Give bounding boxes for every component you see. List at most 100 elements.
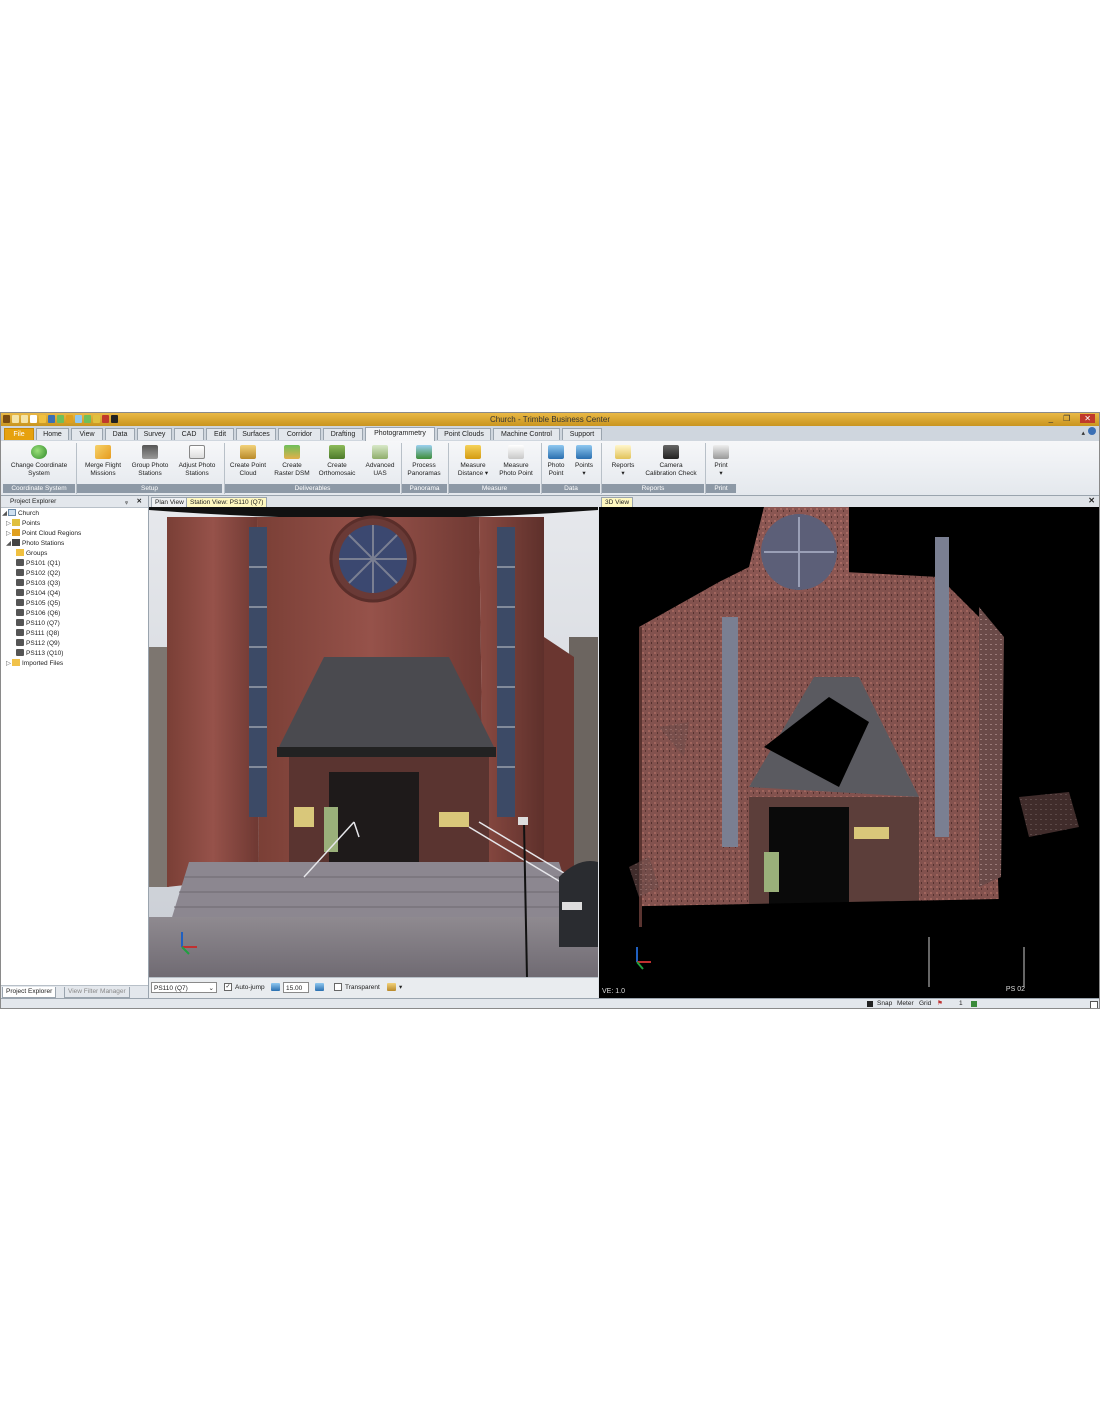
reports-icon xyxy=(615,445,631,459)
photo-point-button[interactable]: Photo Point xyxy=(543,445,569,478)
help-icon[interactable] xyxy=(1088,427,1096,435)
app-window: Church - Trimble Business Center _ ❐ ✕ F… xyxy=(0,412,1100,1009)
tree-item-station[interactable]: PS112 (Q9) xyxy=(16,639,60,649)
close-icon[interactable]: ✕ xyxy=(1088,496,1095,505)
transparent-checkbox[interactable] xyxy=(334,983,342,991)
collapse-ribbon-icon[interactable]: ▴ xyxy=(1081,429,1085,437)
points-icon xyxy=(576,445,592,459)
tab-survey[interactable]: Survey xyxy=(137,428,172,440)
advanced-uas-button[interactable]: Advanced UAS xyxy=(361,445,399,478)
close-window-button[interactable]: ✕ xyxy=(1080,414,1095,423)
tree-item-imported-files[interactable]: ▷ Imported Files xyxy=(6,659,63,669)
station-icon xyxy=(16,609,24,616)
reports-button[interactable]: Reports ▾ xyxy=(605,445,641,478)
tab-home[interactable]: Home xyxy=(36,428,69,440)
tree-item-station[interactable]: PS111 (Q8) xyxy=(16,629,59,639)
zoom-value-field[interactable]: 15.00 xyxy=(283,982,309,993)
camera-calibration-check-button[interactable]: Camera Calibration Check xyxy=(641,445,701,478)
station-icon xyxy=(16,639,24,646)
ribbon: Change Coordinate System Merge Flight Miss… xyxy=(1,441,1099,496)
zoom-icon[interactable] xyxy=(271,983,280,991)
tab-surfaces[interactable]: Surfaces xyxy=(236,428,276,440)
units-label[interactable]: Meter xyxy=(897,999,914,1008)
tree-item-church[interactable]: ◢ Church xyxy=(2,509,39,519)
project-icon xyxy=(8,509,16,516)
group-photo-stations-button[interactable]: Group Photo Stations xyxy=(127,445,173,478)
process-panoramas-button[interactable]: Process Panoramas xyxy=(403,445,445,478)
station-select[interactable]: PS110 (Q7) ⌄ xyxy=(151,982,217,993)
expand-icon[interactable] xyxy=(1090,1001,1098,1008)
pin-icon[interactable]: ᵩ xyxy=(125,496,128,507)
tab-point-clouds[interactable]: Point Clouds xyxy=(437,428,491,440)
title-bar: Church - Trimble Business Center _ ❐ ✕ xyxy=(1,413,1099,426)
tab-view[interactable]: View xyxy=(71,428,103,440)
measure-photo-point-button[interactable]: Measure Photo Point xyxy=(494,445,538,478)
tree-item-station[interactable]: PS103 (Q3) xyxy=(16,579,60,589)
chevron-down-icon: ⌄ xyxy=(208,985,214,992)
point-cloud-canvas[interactable]: VE: 1.0 PS 02 xyxy=(599,507,1099,998)
status-bar: Snap Meter Grid ⚑ 1 xyxy=(1,998,1099,1008)
points-button[interactable]: Points ▾ xyxy=(571,445,597,478)
tab-cad[interactable]: CAD xyxy=(174,428,204,440)
measure-distance-button[interactable]: Measure Distance ▾ xyxy=(452,445,494,478)
tab-project-explorer[interactable]: Project Explorer xyxy=(2,987,57,998)
create-orthomosaic-button[interactable]: Create Orthomosaic xyxy=(314,445,360,478)
tab-photogrammetry[interactable]: Photogrammetry xyxy=(365,427,435,441)
tab-drafting[interactable]: Drafting xyxy=(323,428,363,440)
create-raster-dsm-button[interactable]: Create Raster DSM xyxy=(271,445,313,478)
point-cloud-icon xyxy=(240,445,256,459)
tree-item-station[interactable]: PS104 (Q4) xyxy=(16,589,60,599)
tree-item-station[interactable]: PS105 (Q5) xyxy=(16,599,60,609)
zoom-apply-icon[interactable] xyxy=(315,983,324,991)
create-point-cloud-button[interactable]: Create Point Cloud xyxy=(226,445,270,478)
status-indicator-icon[interactable] xyxy=(971,1001,977,1007)
station-icon xyxy=(16,589,24,596)
station-view-toolbar: PS110 (Q7) ⌄ ✓ Auto-jump 15.00 Transparen… xyxy=(149,977,598,998)
measure-photo-point-icon xyxy=(508,445,524,459)
tree-item-station[interactable]: PS106 (Q6) xyxy=(16,609,60,619)
group-print: Print xyxy=(706,484,737,493)
photo-stations-icon xyxy=(12,539,20,546)
tree-item-groups[interactable]: Groups xyxy=(16,549,47,559)
tree-item-point-cloud-regions[interactable]: ▷ Point Cloud Regions xyxy=(6,529,81,539)
tree-item-station[interactable]: PS101 (Q1) xyxy=(16,559,60,569)
tab-file[interactable]: File xyxy=(4,428,34,440)
tree-item-points[interactable]: ▷ Points xyxy=(6,519,40,529)
flag-icon[interactable]: ⚑ xyxy=(937,999,943,1008)
snap-icon[interactable] xyxy=(867,1001,873,1007)
minimize-button[interactable]: _ xyxy=(1049,414,1053,423)
print-button[interactable]: Print ▾ xyxy=(709,445,733,478)
station-icon xyxy=(16,629,24,636)
camera-options-dropdown[interactable]: ▾ xyxy=(399,982,402,993)
tree-item-station[interactable]: PS110 (Q7) xyxy=(16,619,60,629)
tree-item-photo-stations[interactable]: ◢ Photo Stations xyxy=(6,539,64,549)
change-coordinate-system-button[interactable]: Change Coordinate System xyxy=(5,445,73,478)
auto-jump-label: Auto-jump xyxy=(235,984,265,991)
plane-icon xyxy=(95,445,111,459)
station-icon xyxy=(16,569,24,576)
merge-flight-missions-button[interactable]: Merge Flight Missions xyxy=(80,445,126,478)
snap-label[interactable]: Snap xyxy=(877,999,892,1008)
tree-item-station[interactable]: PS102 (Q2) xyxy=(16,569,60,579)
tab-data[interactable]: Data xyxy=(105,428,135,440)
camera-options-icon[interactable] xyxy=(387,983,396,991)
tree-item-station[interactable]: PS113 (Q10) xyxy=(16,649,63,659)
tab-machine-control[interactable]: Machine Control xyxy=(493,428,560,440)
grid-label[interactable]: Grid xyxy=(919,999,931,1008)
adjust-photo-stations-button[interactable]: Adjust Photo Stations xyxy=(174,445,220,478)
auto-jump-checkbox[interactable]: ✓ xyxy=(224,983,232,991)
tab-view-filter-manager[interactable]: View Filter Manager xyxy=(64,987,130,998)
tab-support[interactable]: Support xyxy=(562,428,602,440)
close-icon[interactable]: ✕ xyxy=(137,496,142,507)
photo-point-icon xyxy=(548,445,564,459)
station-photo[interactable] xyxy=(149,507,598,978)
group-setup: Setup xyxy=(77,484,223,493)
print-icon xyxy=(713,445,729,459)
folder-icon xyxy=(12,659,20,666)
tab-corridor[interactable]: Corridor xyxy=(278,428,321,440)
camera-icon xyxy=(663,445,679,459)
dsm-icon xyxy=(284,445,300,459)
restore-button[interactable]: ❐ xyxy=(1063,414,1070,423)
view-3d-panel: 3D View ✕ VE: 1.0 PS 02 xyxy=(599,496,1099,998)
tab-edit[interactable]: Edit xyxy=(206,428,234,440)
